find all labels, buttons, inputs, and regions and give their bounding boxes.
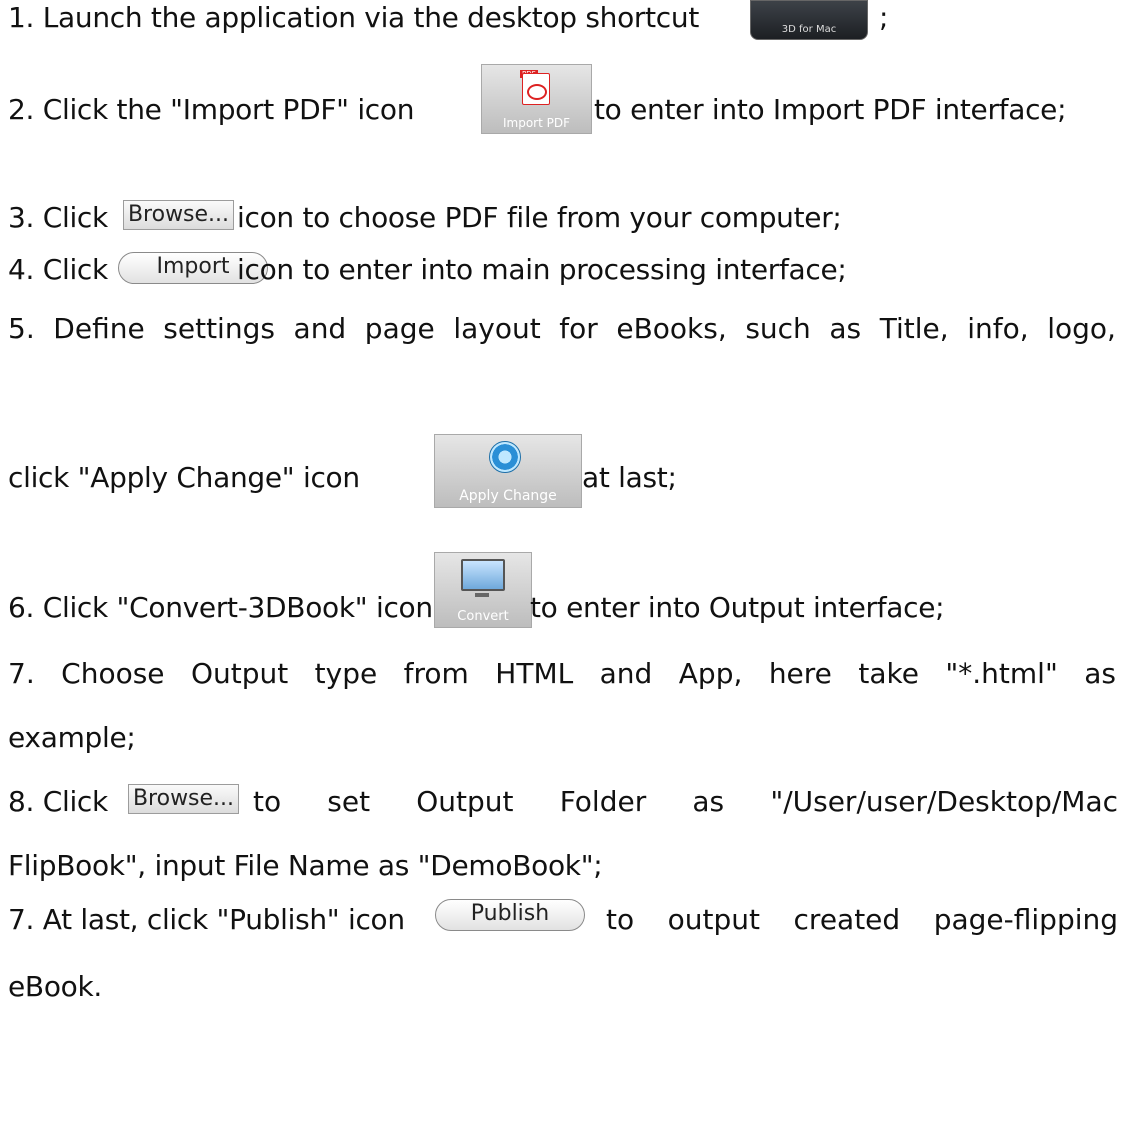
- step-7-text-a: 7. Choose Output type from HTML and App,…: [8, 657, 1117, 690]
- convert-label: Convert: [457, 609, 509, 624]
- browse-button-image: Browse...: [123, 200, 234, 230]
- step-1: 1. Launch the application via the deskto…: [8, 0, 699, 36]
- step-8-text-b: to set Output Folder as "/User/user/Desk…: [253, 785, 1119, 818]
- step-3-text-a: 3. Click: [8, 201, 108, 234]
- step-5-text-c: at last;: [582, 461, 677, 494]
- step-2-text-b: to enter into Import PDF interface;: [594, 93, 1067, 126]
- app-shortcut-icon: 3D for Mac: [750, 0, 868, 40]
- step-7-text-b: example;: [8, 721, 136, 754]
- step-8-text-c: FlipBook", input File Name as "DemoBook"…: [8, 849, 603, 882]
- instructions-document: 1. Launch the application via the deskto…: [0, 0, 1126, 1144]
- step-4-text-b: icon to enter into main processing inter…: [237, 253, 847, 286]
- monitor-tools-icon: [461, 559, 505, 597]
- convert-icon: Convert: [434, 552, 532, 628]
- import-pdf-label: Import PDF: [502, 116, 571, 130]
- step-9-text-a: 7. At last, click "Publish" icon: [8, 903, 405, 936]
- pdf-document-icon: [522, 73, 550, 105]
- step-4-text-a: 4. Click: [8, 253, 108, 286]
- step-9-text-c: eBook.: [8, 970, 103, 1003]
- step-6-text-b: to enter into Output interface;: [530, 591, 945, 624]
- step-1-text: 1. Launch the application via the deskto…: [8, 1, 700, 34]
- step-6-text-a: 6. Click "Convert-3DBook" icon: [8, 591, 433, 624]
- app-shortcut-label: 3D for Mac: [781, 24, 837, 35]
- step-3-text-b: icon to choose PDF file from your comput…: [237, 201, 842, 234]
- import-pdf-icon: PDF Import PDF: [481, 64, 592, 134]
- browse-button-image-2: Browse...: [128, 784, 239, 814]
- step-8-text-a: 8. Click: [8, 785, 108, 818]
- refresh-icon: [489, 441, 521, 473]
- step-1-end: ;: [879, 1, 889, 34]
- step-2-text-a: 2. Click the "Import PDF" icon: [8, 93, 415, 126]
- step-5-text-b: click "Apply Change" icon: [8, 461, 360, 494]
- apply-change-icon: Apply Change: [434, 434, 582, 508]
- step-9-text-b: to output created page-flipping: [606, 903, 1119, 936]
- step-5-text-a: 5. Define settings and page layout for e…: [8, 312, 1116, 345]
- apply-change-label: Apply Change: [459, 488, 557, 504]
- publish-button-image: Publish: [435, 899, 585, 931]
